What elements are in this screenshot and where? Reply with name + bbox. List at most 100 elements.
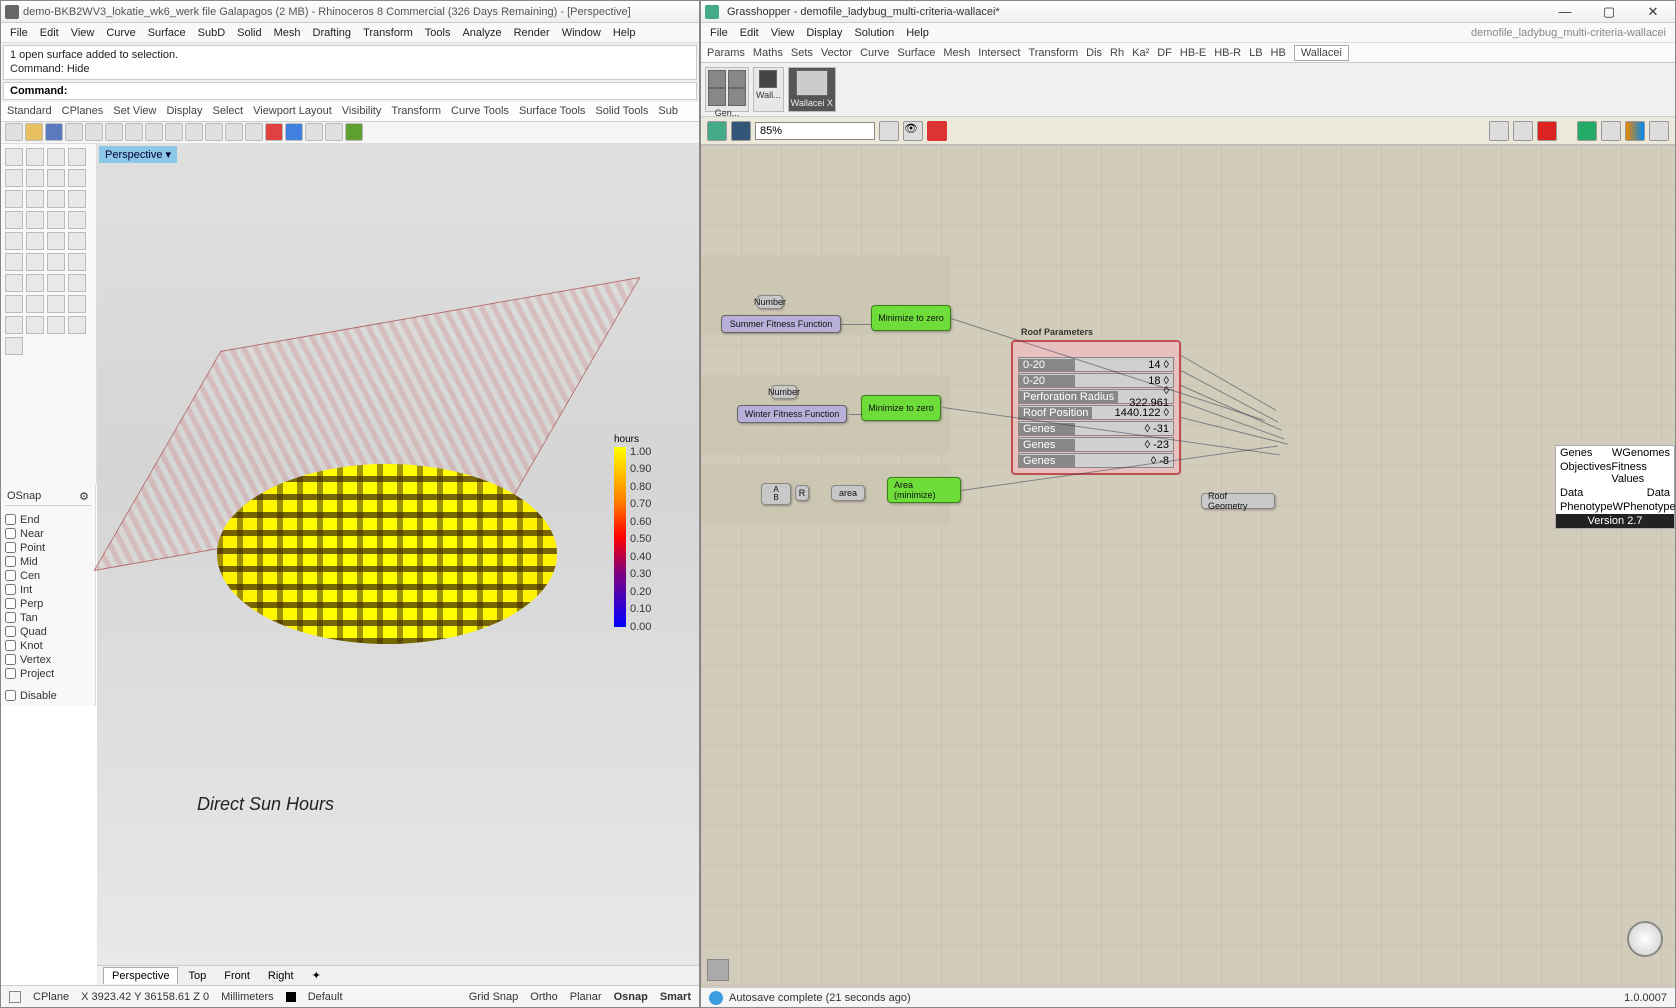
layer-swatch-icon[interactable]	[286, 992, 296, 1002]
tab-maths[interactable]: Maths	[753, 47, 783, 59]
open-file-icon[interactable]	[707, 121, 727, 141]
node-number2[interactable]: Number	[771, 385, 797, 399]
status-ortho[interactable]: Ortho	[530, 991, 558, 1003]
rotate2-icon[interactable]	[47, 253, 65, 271]
gh-canvas[interactable]: Number Summer Fitness Function Minimize …	[701, 145, 1675, 987]
node-minimize2[interactable]: Minimize to zero	[861, 395, 941, 421]
tab-cplanes[interactable]: CPlanes	[62, 105, 104, 117]
tab-hbr[interactable]: HB-R	[1214, 47, 1241, 59]
tab-dis[interactable]: Dis	[1086, 47, 1102, 59]
sphere-icon[interactable]	[68, 190, 86, 208]
camera-icon[interactable]	[26, 316, 44, 334]
node-summer-fitness[interactable]: Summer Fitness Function	[721, 315, 841, 333]
redo-icon[interactable]	[165, 123, 183, 141]
named-icon[interactable]	[47, 316, 65, 334]
rhino-titlebar[interactable]: demo-BKB2WV3_lokatie_wk6_werk file Galap…	[1, 1, 699, 23]
compass-icon[interactable]	[1627, 921, 1663, 957]
tab-vector[interactable]: Vector	[821, 47, 852, 59]
mesh-icon[interactable]	[68, 274, 86, 292]
side-toolbox[interactable]	[1, 144, 97, 484]
shade-icon[interactable]	[285, 123, 303, 141]
menu-edit[interactable]: Edit	[35, 25, 64, 41]
save-file-icon[interactable]	[731, 121, 751, 141]
analyze-icon[interactable]	[5, 337, 23, 355]
bool-icon[interactable]	[47, 274, 65, 292]
loft-icon[interactable]	[68, 211, 86, 229]
tab-visibility[interactable]: Visibility	[342, 105, 382, 117]
text-icon[interactable]	[47, 295, 65, 313]
osnap-disable[interactable]: Disable	[5, 690, 91, 702]
node-minimize1[interactable]: Minimize to zero	[871, 305, 951, 331]
layers-icon[interactable]	[305, 123, 323, 141]
osnap-mid[interactable]: Mid	[5, 556, 91, 568]
pan-icon[interactable]	[185, 123, 203, 141]
rect-icon[interactable]	[47, 169, 65, 187]
solver-icon[interactable]	[1577, 121, 1597, 141]
pointer-icon[interactable]	[5, 148, 23, 166]
shade-mode-icon[interactable]	[1513, 121, 1533, 141]
preview-icon[interactable]: 👁	[903, 121, 923, 141]
menu-render[interactable]: Render	[509, 25, 555, 41]
viewport-tabs[interactable]: Perspective Top Front Right ✦	[97, 965, 699, 985]
preview-off-icon[interactable]	[1537, 121, 1557, 141]
dim-icon[interactable]	[26, 295, 44, 313]
tab-ka[interactable]: Ka²	[1132, 47, 1149, 59]
osnap-point[interactable]: Point	[5, 542, 91, 554]
props-icon[interactable]	[325, 123, 343, 141]
extrude-icon[interactable]	[47, 211, 65, 229]
mirror-icon[interactable]	[5, 274, 23, 292]
polygon-icon[interactable]	[68, 169, 86, 187]
menu-transform[interactable]: Transform	[358, 25, 418, 41]
circle-icon[interactable]	[5, 169, 23, 187]
tab-surface[interactable]: Surface	[897, 47, 935, 59]
menu-analyze[interactable]: Analyze	[457, 25, 506, 41]
osnap-near[interactable]: Near	[5, 528, 91, 540]
gh-menu-view[interactable]: View	[766, 25, 800, 41]
tab-curvetools[interactable]: Curve Tools	[451, 105, 509, 117]
osnap-int[interactable]: Int	[5, 584, 91, 596]
tab-lb[interactable]: LB	[1249, 47, 1262, 59]
point-icon[interactable]	[26, 148, 44, 166]
gh-menu-display[interactable]: Display	[801, 25, 847, 41]
surface-icon[interactable]	[26, 190, 44, 208]
split-icon[interactable]	[47, 232, 65, 250]
node-area[interactable]: area	[831, 485, 865, 501]
tab-hb[interactable]: HB	[1271, 47, 1286, 59]
scale-icon[interactable]	[68, 253, 86, 271]
gh-menu-solution[interactable]: Solution	[849, 25, 899, 41]
arc-icon[interactable]	[26, 169, 44, 187]
bake-icon[interactable]	[1625, 121, 1645, 141]
tab-curve[interactable]: Curve	[860, 47, 889, 59]
recompute-icon[interactable]	[1601, 121, 1621, 141]
undo-icon[interactable]	[145, 123, 163, 141]
gh-menu-edit[interactable]: Edit	[735, 25, 764, 41]
cylinder-icon[interactable]	[5, 211, 23, 229]
viewtab-right[interactable]: Right	[260, 968, 302, 984]
viewport-label[interactable]: Perspective ▾	[99, 146, 177, 163]
move-icon[interactable]	[26, 253, 44, 271]
node-winter-fitness[interactable]: Winter Fitness Function	[737, 405, 847, 423]
viewtab-add[interactable]: ✦	[304, 967, 329, 984]
rec-icon[interactable]	[9, 991, 21, 1003]
tab-sets[interactable]: Sets	[791, 47, 813, 59]
minimize-button[interactable]: —	[1547, 2, 1583, 22]
open-icon[interactable]	[25, 123, 43, 141]
cone-icon[interactable]	[26, 211, 44, 229]
light-icon[interactable]	[5, 316, 23, 334]
wire-icon[interactable]	[1489, 121, 1509, 141]
menu-curve[interactable]: Curve	[101, 25, 140, 41]
maximize-button[interactable]: ▢	[1591, 2, 1627, 22]
tab-transform[interactable]: Transform	[1028, 47, 1078, 59]
ribbon-gen[interactable]: Gen...	[705, 67, 749, 112]
tab-solidtools[interactable]: Solid Tools	[595, 105, 648, 117]
line-icon[interactable]	[47, 148, 65, 166]
osnap-tan[interactable]: Tan	[5, 612, 91, 624]
status-layer[interactable]: Default	[308, 991, 343, 1003]
osnap-perp[interactable]: Perp	[5, 598, 91, 610]
menu-solid[interactable]: Solid	[232, 25, 266, 41]
gh-menubar[interactable]: File Edit View Display Solution Help dem…	[701, 23, 1675, 43]
zoomext-icon[interactable]	[245, 123, 263, 141]
status-gridsnap[interactable]: Grid Snap	[469, 991, 519, 1003]
tab-wallacei[interactable]: Wallacei	[1294, 45, 1349, 61]
osnap-project[interactable]: Project	[5, 668, 91, 680]
